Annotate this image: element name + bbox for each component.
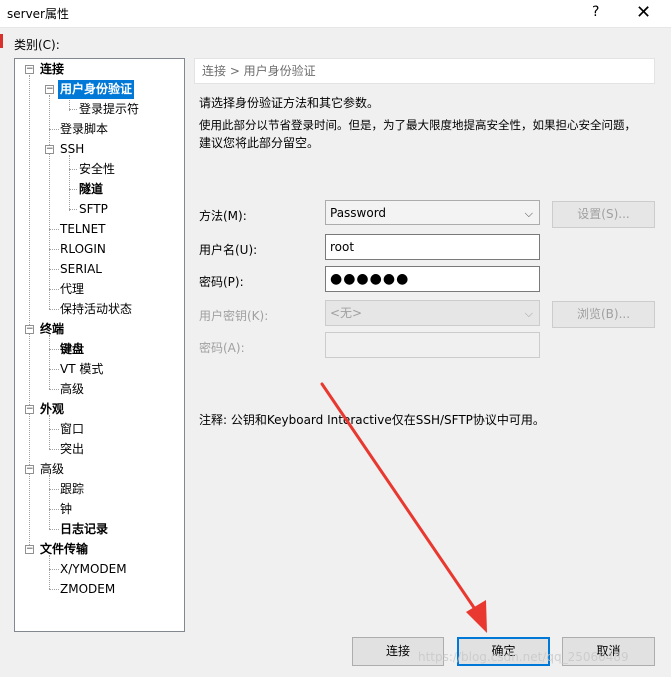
red-arrow-annotation [320,382,487,633]
watermark: https://blog.csdn.net/qq_25060489 [418,650,629,664]
